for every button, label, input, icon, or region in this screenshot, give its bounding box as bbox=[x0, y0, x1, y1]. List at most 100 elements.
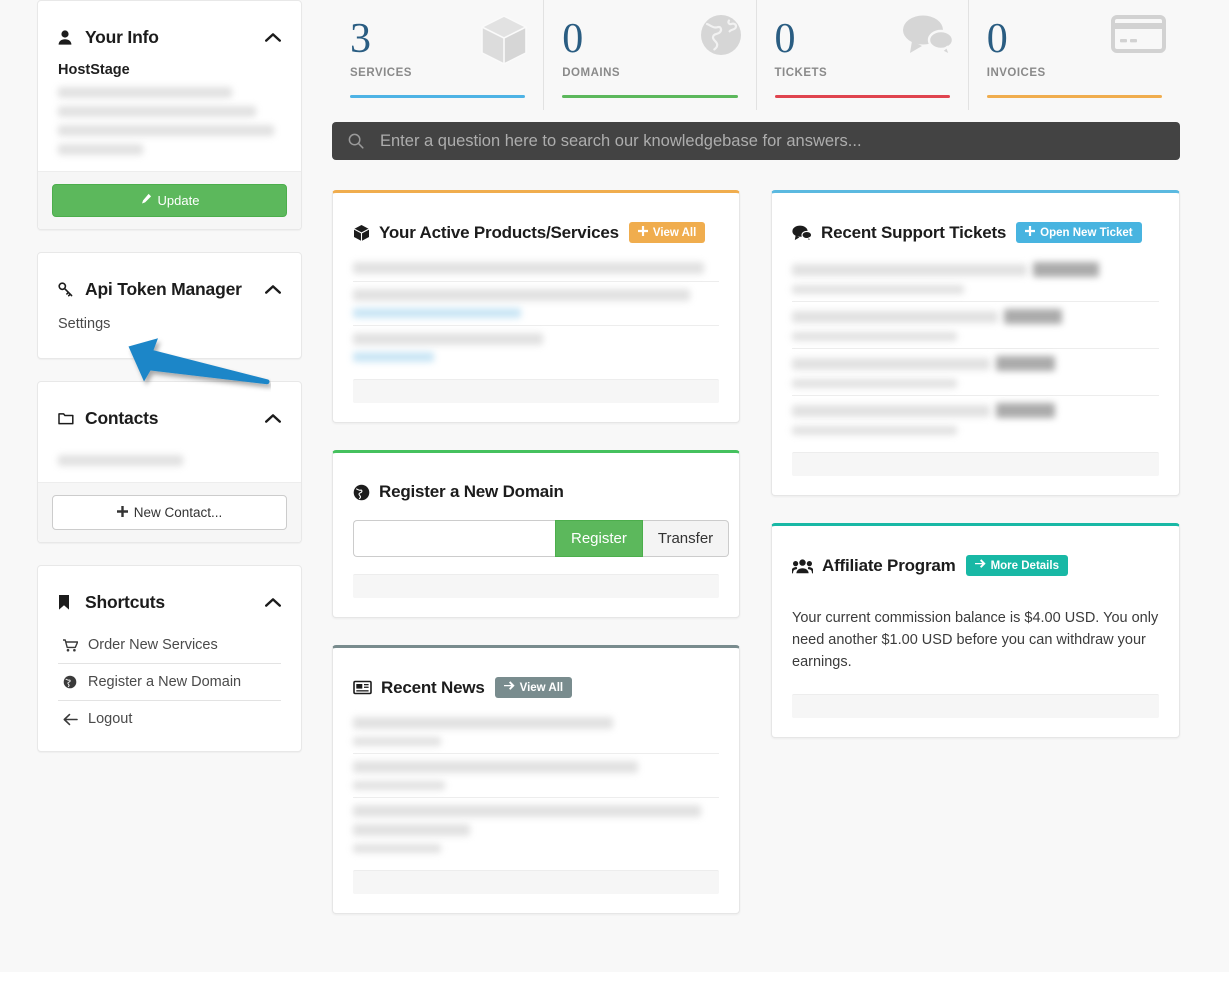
card-support-tickets-footer bbox=[792, 452, 1159, 476]
chevron-up-icon[interactable] bbox=[265, 32, 281, 43]
table-row[interactable] bbox=[792, 395, 1159, 442]
new-contact-button[interactable]: New Contact... bbox=[52, 495, 287, 530]
card-affiliate-program: Affiliate Program More Details Your curr… bbox=[771, 523, 1180, 739]
card-active-products: Your Active Products/Services View All bbox=[332, 190, 740, 423]
comments-icon bbox=[902, 14, 954, 61]
redacted-link bbox=[353, 352, 434, 362]
redacted-date bbox=[792, 285, 965, 294]
page-bottom-strip bbox=[0, 972, 1229, 992]
redacted-text bbox=[792, 263, 1027, 276]
list-item[interactable] bbox=[353, 753, 719, 797]
sidebar-item-order-new-services[interactable]: Order New Services bbox=[58, 627, 281, 663]
api-settings-link[interactable]: Settings bbox=[58, 314, 110, 358]
panel-your-info-body: HostStage bbox=[38, 62, 301, 155]
card-support-tickets-header: Recent Support Tickets Open New Ticket bbox=[772, 193, 1179, 255]
redacted-text bbox=[58, 125, 275, 136]
arrow-right-icon bbox=[974, 559, 986, 572]
card-register-domain-footer bbox=[353, 574, 719, 598]
card-recent-news-header: Recent News View All bbox=[333, 648, 739, 710]
user-icon bbox=[58, 30, 78, 45]
update-button[interactable]: Update bbox=[52, 184, 287, 217]
stat-tickets-bar bbox=[774, 95, 950, 98]
panel-shortcuts-header[interactable]: Shortcuts bbox=[38, 566, 301, 627]
panel-api-token-manager-title: Api Token Manager bbox=[85, 279, 242, 299]
table-row[interactable] bbox=[353, 255, 719, 281]
cube-icon bbox=[479, 14, 529, 71]
domain-search-form: Register Transfer bbox=[353, 520, 730, 557]
redacted-text bbox=[58, 87, 232, 98]
panel-your-info-header[interactable]: Your Info bbox=[38, 1, 301, 62]
redacted-text bbox=[353, 824, 471, 836]
chevron-up-icon[interactable] bbox=[265, 413, 281, 424]
list-item: Order New Services bbox=[58, 627, 281, 664]
table-row[interactable] bbox=[792, 301, 1159, 348]
list-item[interactable] bbox=[353, 710, 719, 753]
knowledgebase-search[interactable] bbox=[332, 122, 1180, 160]
view-all-news-label: View All bbox=[519, 681, 564, 694]
stat-services[interactable]: 3 SERVICES bbox=[332, 0, 545, 110]
card-active-products-body bbox=[333, 255, 739, 369]
panel-api-token-manager-header[interactable]: Api Token Manager bbox=[38, 253, 301, 314]
status-badge bbox=[996, 356, 1055, 371]
stat-domains[interactable]: 0 DOMAINS bbox=[544, 0, 757, 110]
stat-tickets[interactable]: 0 TICKETS bbox=[757, 0, 969, 110]
users-icon bbox=[792, 558, 813, 574]
panel-shortcuts-title: Shortcuts bbox=[85, 592, 165, 612]
panel-your-info: Your Info HostStage Update bbox=[37, 0, 302, 230]
view-all-products-label: View All bbox=[652, 226, 697, 239]
cart-icon bbox=[62, 638, 78, 652]
redacted-text bbox=[353, 717, 613, 729]
status-badge bbox=[1003, 309, 1063, 324]
bookmark-icon bbox=[58, 595, 78, 610]
card-recent-news-title: Recent News bbox=[381, 677, 485, 697]
newspaper-icon bbox=[353, 680, 372, 695]
open-new-ticket-button[interactable]: Open New Ticket bbox=[1016, 222, 1142, 243]
card-recent-news-body bbox=[333, 710, 739, 860]
panel-contacts-footer: New Contact... bbox=[38, 482, 301, 542]
view-all-news-button[interactable]: View All bbox=[494, 677, 573, 698]
card-register-domain-header: Register a New Domain bbox=[333, 453, 739, 514]
chevron-up-icon[interactable] bbox=[265, 597, 281, 608]
panel-shortcuts: Shortcuts Order New Services Register a … bbox=[37, 565, 302, 752]
sidebar-item-logout[interactable]: Logout bbox=[58, 701, 281, 737]
table-row[interactable] bbox=[353, 325, 719, 369]
card-active-products-header: Your Active Products/Services View All bbox=[333, 193, 739, 255]
card-active-products-title: Your Active Products/Services bbox=[379, 222, 619, 242]
redacted-text bbox=[353, 805, 701, 817]
stat-domains-bar bbox=[562, 95, 738, 98]
status-badge bbox=[996, 403, 1055, 418]
card-support-tickets-body bbox=[772, 255, 1179, 442]
list-item: Register a New Domain bbox=[58, 664, 281, 701]
pencil-icon bbox=[140, 193, 152, 208]
search-input[interactable] bbox=[378, 130, 1164, 152]
card-support-tickets: Recent Support Tickets Open New Ticket bbox=[771, 190, 1180, 496]
table-row[interactable] bbox=[792, 255, 1159, 301]
table-row[interactable] bbox=[792, 348, 1159, 395]
sidebar-item-register-a-new-domain[interactable]: Register a New Domain bbox=[58, 664, 281, 700]
panel-contacts: Contacts New Contact... bbox=[37, 381, 302, 543]
list-item[interactable] bbox=[353, 797, 719, 860]
globe-icon bbox=[62, 675, 78, 689]
domain-transfer-button[interactable]: Transfer bbox=[642, 520, 730, 557]
card-affiliate-program-footer bbox=[792, 694, 1159, 719]
affiliate-more-details-button[interactable]: More Details bbox=[965, 555, 1068, 576]
card-register-domain-body: Register Transfer bbox=[333, 520, 739, 557]
new-contact-button-label: New Contact... bbox=[133, 505, 223, 520]
panel-api-token-manager-body: Settings bbox=[38, 314, 301, 358]
view-all-products-button[interactable]: View All bbox=[628, 222, 706, 243]
redacted-text bbox=[353, 761, 639, 773]
account-name: HostStage bbox=[58, 62, 130, 78]
panel-contacts-header[interactable]: Contacts bbox=[38, 382, 301, 443]
table-row[interactable] bbox=[353, 281, 719, 325]
domain-register-button[interactable]: Register bbox=[555, 520, 643, 557]
stats-bar: 3 SERVICES 0 DOMAINS 0 TICKETS 0 INVOICE… bbox=[332, 0, 1180, 110]
redacted-text bbox=[58, 106, 257, 117]
stat-invoices[interactable]: 0 INVOICES bbox=[969, 0, 1180, 110]
stat-domains-label: DOMAINS bbox=[562, 67, 621, 79]
globe-icon bbox=[700, 14, 742, 61]
domain-input[interactable] bbox=[353, 520, 555, 557]
plus-icon bbox=[637, 226, 648, 239]
chevron-up-icon[interactable] bbox=[265, 284, 281, 295]
panel-your-info-footer: Update bbox=[38, 171, 301, 229]
update-button-label: Update bbox=[157, 193, 200, 208]
